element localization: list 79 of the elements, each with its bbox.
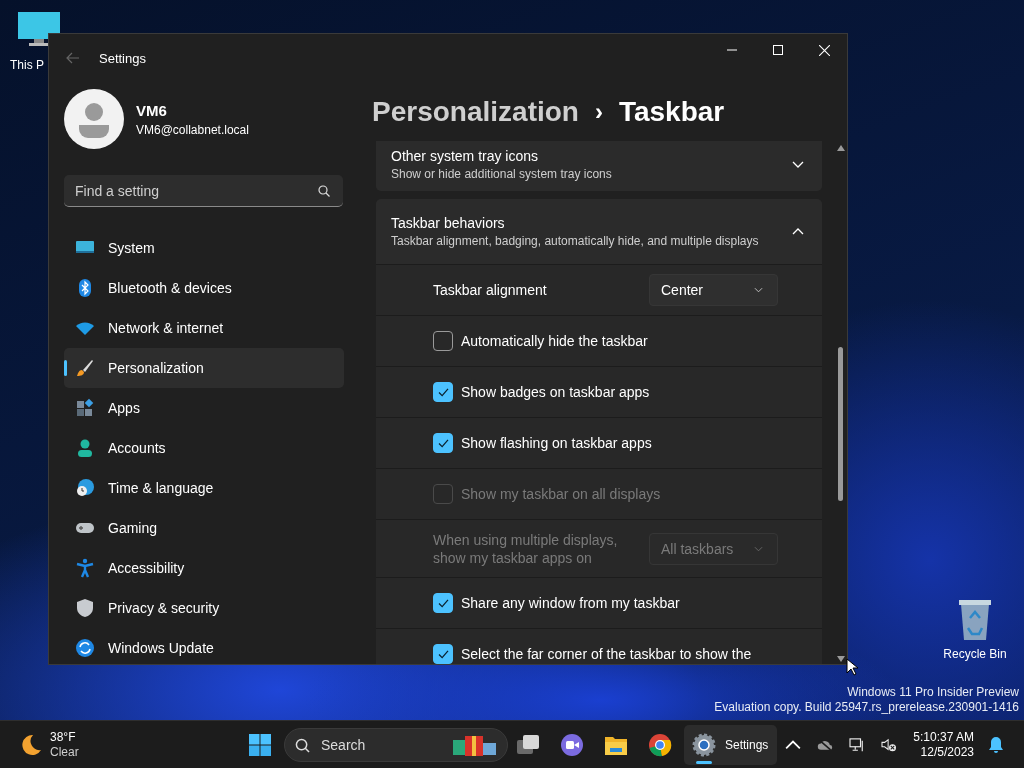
- page-title: Taskbar: [618, 96, 725, 128]
- minimize-icon: [727, 49, 737, 51]
- scroll-down-arrow-icon[interactable]: [837, 656, 845, 662]
- nav-item[interactable]: Windows Update: [64, 628, 344, 668]
- nav-item[interactable]: Apps: [64, 388, 344, 428]
- setting-label: Taskbar alignment: [433, 281, 548, 299]
- clock-date[interactable]: 12/5/2023: [920, 744, 974, 760]
- globe-clock-icon: [75, 478, 95, 498]
- checkbox-label: Show badges on taskbar apps: [461, 384, 650, 400]
- check-icon: [437, 598, 449, 608]
- section-header[interactable]: Taskbar behaviors Taskbar alignment, badging, automatically hide, and multiple displays: [376, 199, 822, 264]
- checkbox-label: Show my taskbar on all displays: [461, 486, 661, 502]
- gear-icon: [692, 732, 716, 757]
- shield-icon: [75, 598, 95, 618]
- nav-item[interactable]: Gaming: [64, 508, 344, 548]
- checkbox[interactable]: [433, 433, 453, 453]
- section-header[interactable]: Other system tray icons Show or hide additional system tray icons: [376, 141, 822, 191]
- nav-item[interactable]: Personalization: [64, 348, 344, 388]
- checkbox[interactable]: [433, 644, 453, 664]
- scroll-up-arrow-icon[interactable]: [837, 145, 845, 151]
- back-arrow-icon[interactable]: [66, 52, 80, 64]
- search-icon: [295, 737, 310, 753]
- user-email: VM6@collabnet.local: [136, 122, 249, 137]
- check-icon: [437, 649, 449, 659]
- bell-icon[interactable]: [988, 735, 1004, 754]
- windows-logo-icon: [249, 733, 271, 756]
- window-title: Settings: [99, 51, 146, 66]
- chevron-down-icon: [754, 287, 763, 293]
- mouse-cursor-icon: [846, 658, 858, 676]
- person-icon: [75, 438, 95, 458]
- breadcrumb-link[interactable]: Personalization: [372, 96, 579, 128]
- nav-item[interactable]: Accessibility: [64, 548, 344, 588]
- weather-temperature: 38°F: [50, 729, 77, 745]
- chevron-down-icon: [754, 545, 763, 552]
- brush-icon: [75, 358, 95, 378]
- nav-item[interactable]: Time & language: [64, 468, 344, 508]
- recycle-bin-icon[interactable]: [958, 598, 992, 640]
- monitor-icon[interactable]: [18, 12, 60, 46]
- checkbox-label: Automatically hide the taskbar: [461, 333, 648, 349]
- overlapping-windows-icon: [516, 732, 540, 757]
- speaker-muted-icon[interactable]: [881, 737, 898, 752]
- desktop-icon-label: Recycle Bin: [942, 647, 1008, 661]
- checkbox-label: Select the far corner of the taskbar to show the: [461, 646, 752, 662]
- clock-time[interactable]: 5:10:37 AM: [913, 729, 974, 745]
- moon-icon[interactable]: [19, 732, 43, 757]
- watermark-text: Evaluation copy. Build 25947.rs_prerelease.230901-1416: [714, 700, 1019, 715]
- desktop-icon-label: This P: [10, 58, 44, 72]
- nav-item[interactable]: Network & internet: [64, 308, 344, 348]
- checkbox[interactable]: [433, 382, 453, 402]
- checkbox[interactable]: [433, 593, 453, 613]
- nav-item[interactable]: Accounts: [64, 428, 344, 468]
- taskbar-search-field[interactable]: Search: [284, 727, 508, 762]
- checkbox-label: Show flashing on taskbar apps: [461, 435, 652, 451]
- network-icon[interactable]: [849, 737, 866, 752]
- maximize-icon: [773, 45, 783, 55]
- sync-icon: [75, 638, 95, 658]
- avatar-icon: [64, 89, 124, 149]
- browser-icon: [648, 732, 672, 757]
- nav-item[interactable]: Privacy & security: [64, 588, 344, 628]
- close-icon: [818, 44, 830, 56]
- nav-item[interactable]: Bluetooth & devices: [64, 268, 344, 308]
- nav-item[interactable]: System: [64, 228, 344, 268]
- checkbox[interactable]: [433, 331, 453, 351]
- breadcrumb-separator: ›: [594, 98, 603, 126]
- user-name: VM6: [136, 101, 168, 119]
- watermark-text: Windows 11 Pro Insider Preview: [847, 685, 1019, 700]
- taskbar-app-button[interactable]: Settings: [684, 724, 778, 765]
- apps-icon: [75, 398, 95, 418]
- checkbox-label: Share any window from my taskbar: [461, 595, 680, 611]
- settings-search-field[interactable]: Find a setting: [64, 175, 343, 207]
- check-icon: [437, 387, 449, 397]
- weather-condition: Clear: [50, 744, 79, 760]
- dropdown[interactable]: Center: [649, 274, 778, 306]
- setting-label: When using multiple displays, show my taskbar apps on: [433, 530, 619, 567]
- check-icon: [437, 438, 449, 448]
- search-icon: [318, 185, 330, 197]
- gifts-icon: [452, 733, 498, 756]
- accessibility-icon: [75, 558, 95, 578]
- video-camera-icon: [560, 732, 584, 757]
